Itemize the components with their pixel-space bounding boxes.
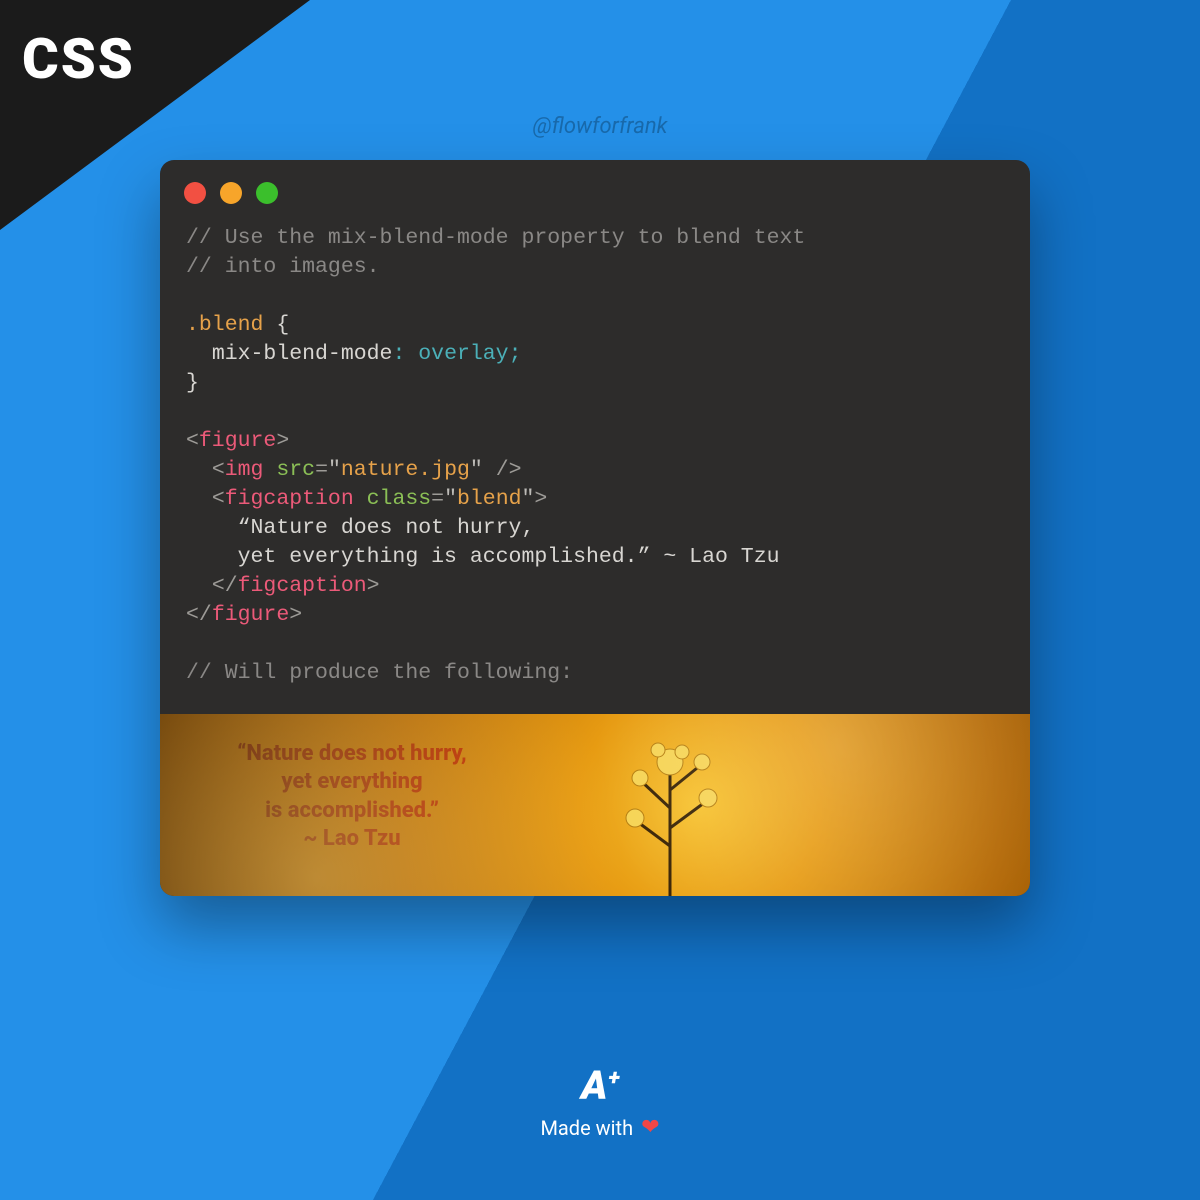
traffic-light-red-icon bbox=[184, 182, 206, 204]
code-quote-line: yet everything is accomplished.” ~ Lao T… bbox=[186, 545, 780, 569]
html-tag-figcaption: figcaption bbox=[225, 487, 354, 511]
quote-line: ~ Lao Tzu bbox=[192, 825, 512, 853]
html-attr-src: src bbox=[276, 458, 315, 482]
logo-aplus: A+ bbox=[581, 1062, 619, 1109]
html-tag-figure: figure bbox=[199, 429, 276, 453]
heart-icon: ❤ bbox=[641, 1115, 659, 1140]
traffic-light-green-icon bbox=[256, 182, 278, 204]
code-comment: // into images. bbox=[186, 255, 380, 279]
css-selector: .blend bbox=[186, 313, 263, 337]
made-with-line: Made with ❤ bbox=[540, 1115, 659, 1140]
result-preview: “Nature does not hurry, yet everything i… bbox=[160, 714, 1030, 896]
code-comment: // Use the mix-blend-mode property to bl… bbox=[186, 226, 805, 250]
css-value: overlay bbox=[418, 342, 508, 366]
code-window: // Use the mix-blend-mode property to bl… bbox=[160, 160, 1030, 896]
author-handle: @flowforfrank bbox=[0, 114, 1200, 139]
traffic-light-yellow-icon bbox=[220, 182, 242, 204]
code-block: // Use the mix-blend-mode property to bl… bbox=[160, 208, 1030, 714]
html-class-value: blend bbox=[457, 487, 522, 511]
html-tag-img: img bbox=[225, 458, 264, 482]
quote-line: “Nature does not hurry, bbox=[192, 740, 512, 768]
window-chrome bbox=[160, 160, 1030, 208]
html-attr-class: class bbox=[367, 487, 432, 511]
html-src-value: nature.jpg bbox=[341, 458, 470, 482]
quote-line: is accomplished.” bbox=[192, 797, 512, 825]
code-comment: // Will produce the following: bbox=[186, 661, 573, 685]
css-property: mix-blend-mode bbox=[212, 342, 393, 366]
corner-badge-css: CSS bbox=[22, 26, 135, 92]
quote-line: yet everything bbox=[192, 768, 512, 796]
result-quote: “Nature does not hurry, yet everything i… bbox=[192, 740, 512, 853]
flower-icon bbox=[580, 728, 760, 896]
footer: A+ Made with ❤ bbox=[0, 1062, 1200, 1140]
card: CSS @flowforfrank // Use the mix-blend-m… bbox=[0, 0, 1200, 1200]
code-quote-line: “Nature does not hurry, bbox=[186, 516, 534, 540]
